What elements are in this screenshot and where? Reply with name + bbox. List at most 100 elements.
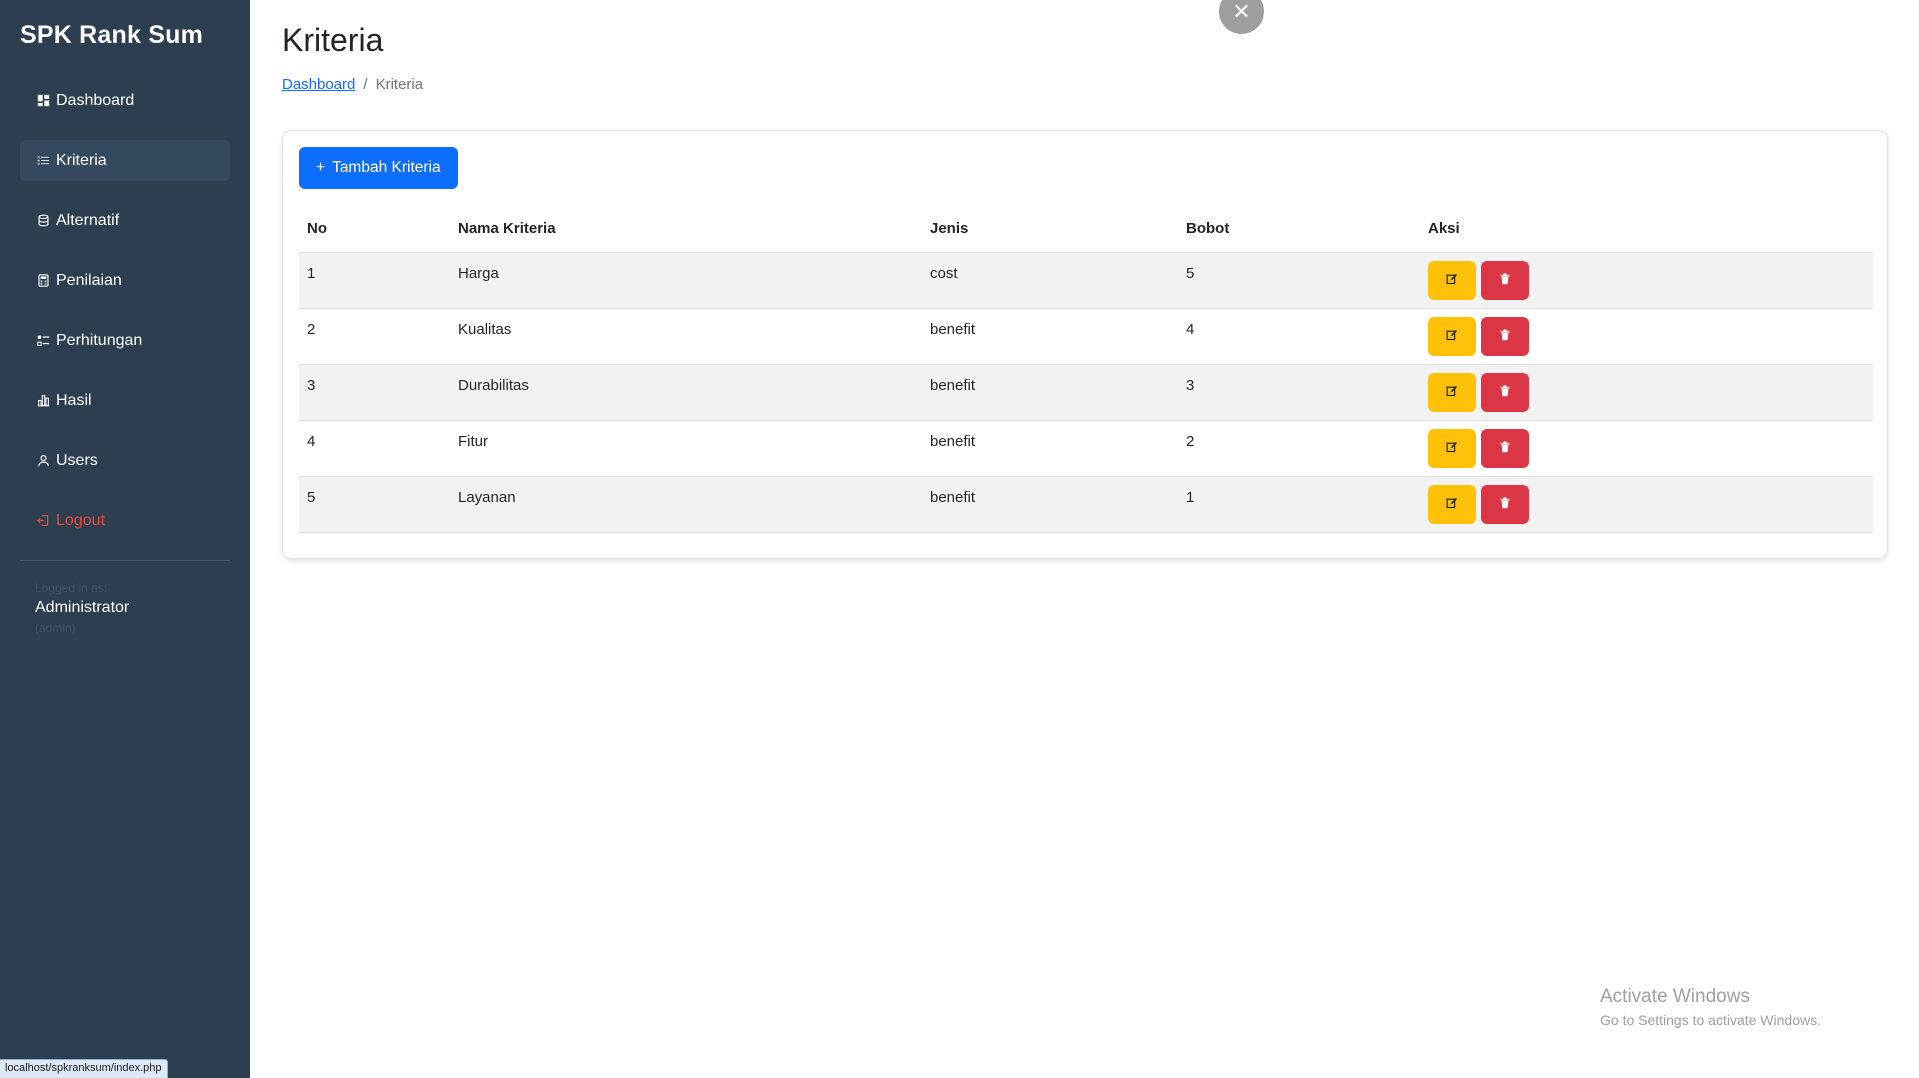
breadcrumb-current: Kriteria [375, 76, 424, 93]
user-info: Logged in as: Administrator (admin) [20, 581, 230, 635]
header-no: No [299, 206, 450, 253]
header-bobot: Bobot [1178, 206, 1420, 253]
sidebar-divider [20, 560, 230, 561]
person-icon [36, 453, 51, 468]
sidebar-item-perhitungan[interactable]: Perhitungan [20, 320, 230, 361]
add-kriteria-button[interactable]: + Tambah Kriteria [299, 147, 458, 189]
cell-no: 1 [299, 252, 450, 309]
kriteria-table: No Nama Kriteria Jenis Bobot Aksi 1 Harg… [299, 206, 1873, 533]
cell-bobot: 3 [1178, 364, 1420, 421]
breadcrumb: Dashboard / Kriteria [282, 76, 1919, 93]
header-nama: Nama Kriteria [450, 206, 922, 253]
trash-icon [1499, 496, 1511, 513]
pencil-square-icon [1446, 272, 1458, 289]
trash-icon [1499, 328, 1511, 345]
cell-jenis: benefit [922, 476, 1178, 533]
ui-checks-icon [36, 333, 51, 348]
dashboard-icon [36, 93, 51, 108]
cell-nama: Kualitas [450, 308, 922, 365]
sidebar-item-label: Logout [56, 511, 105, 529]
watermark-title: Activate Windows [1600, 986, 1750, 1007]
sidebar-item-label: Dashboard [56, 91, 135, 109]
cell-nama: Fitur [450, 420, 922, 477]
delete-button[interactable] [1481, 428, 1529, 468]
logout-icon [36, 513, 51, 528]
kriteria-card: + Tambah Kriteria No Nama Kriteria Jenis… [282, 130, 1888, 559]
status-bar-url: localhost/spkranksum/index.php [0, 1059, 168, 1078]
sidebar-item-label: Kriteria [56, 151, 107, 169]
logged-in-label: Logged in as: [35, 581, 108, 595]
database-icon [36, 213, 51, 228]
sidebar-item-label: Alternatif [56, 211, 120, 229]
cell-aksi [1420, 364, 1873, 421]
sidebar-item-dashboard[interactable]: Dashboard [20, 80, 230, 121]
delete-button[interactable] [1481, 372, 1529, 412]
delete-button[interactable] [1481, 484, 1529, 524]
bar-chart-icon [36, 393, 51, 408]
cell-aksi [1420, 252, 1873, 309]
calculator-icon [36, 273, 51, 288]
sidebar-item-label: Hasil [56, 391, 92, 409]
close-icon: ✕ [1232, 0, 1251, 24]
add-kriteria-label: Tambah Kriteria [332, 159, 441, 176]
list-icon [36, 153, 51, 168]
table-header-row: No Nama Kriteria Jenis Bobot Aksi [299, 206, 1873, 253]
main-content: ✕ Kriteria Dashboard / Kriteria + Tambah… [282, 0, 1919, 559]
cell-no: 2 [299, 308, 450, 365]
plus-icon: + [316, 159, 326, 176]
sidebar-item-kriteria[interactable]: Kriteria [20, 140, 230, 181]
delete-button[interactable] [1481, 316, 1529, 356]
trash-icon [1499, 384, 1511, 401]
windows-activation-watermark: Activate Windows Go to Settings to activ… [1600, 986, 1821, 1028]
table-row: 3 Durabilitas benefit 3 [299, 364, 1873, 421]
cell-no: 4 [299, 420, 450, 477]
sidebar-item-logout[interactable]: Logout [20, 500, 230, 541]
table-row: 5 Layanan benefit 1 [299, 476, 1873, 533]
header-aksi: Aksi [1420, 206, 1873, 253]
sidebar-item-label: Users [56, 451, 98, 469]
cell-no: 3 [299, 364, 450, 421]
table-row: 1 Harga cost 5 [299, 252, 1873, 309]
edit-button[interactable] [1428, 428, 1476, 468]
delete-button[interactable] [1481, 260, 1529, 300]
cell-nama: Layanan [450, 476, 922, 533]
pencil-square-icon [1446, 384, 1458, 401]
cell-bobot: 1 [1178, 476, 1420, 533]
brand-title: SPK Rank Sum [20, 21, 204, 49]
cell-aksi [1420, 420, 1873, 477]
table-row: 4 Fitur benefit 2 [299, 420, 1873, 477]
sidebar-item-alternatif[interactable]: Alternatif [20, 200, 230, 241]
header-jenis: Jenis [922, 206, 1178, 253]
user-name: Administrator [35, 599, 130, 616]
page-title: Kriteria [282, 22, 384, 58]
sidebar: SPK Rank Sum Dashboard Kriteria Alternat… [0, 0, 250, 1078]
edit-button[interactable] [1428, 372, 1476, 412]
sidebar-item-hasil[interactable]: Hasil [20, 380, 230, 421]
edit-button[interactable] [1428, 260, 1476, 300]
trash-icon [1499, 440, 1511, 457]
cell-bobot: 5 [1178, 252, 1420, 309]
cell-nama: Durabilitas [450, 364, 922, 421]
sidebar-item-penilaian[interactable]: Penilaian [20, 260, 230, 301]
breadcrumb-separator: / [363, 76, 368, 93]
pencil-square-icon [1446, 440, 1458, 457]
cell-no: 5 [299, 476, 450, 533]
trash-icon [1499, 272, 1511, 289]
sidebar-item-users[interactable]: Users [20, 440, 230, 481]
cell-jenis: benefit [922, 364, 1178, 421]
edit-button[interactable] [1428, 484, 1476, 524]
cell-aksi [1420, 476, 1873, 533]
cell-jenis: cost [922, 252, 1178, 309]
cell-jenis: benefit [922, 308, 1178, 365]
table-row: 2 Kualitas benefit 4 [299, 308, 1873, 365]
cell-jenis: benefit [922, 420, 1178, 477]
edit-button[interactable] [1428, 316, 1476, 356]
cell-nama: Harga [450, 252, 922, 309]
pencil-square-icon [1446, 496, 1458, 513]
breadcrumb-home-link[interactable]: Dashboard [282, 76, 355, 93]
user-login: (admin) [35, 621, 76, 635]
cell-aksi [1420, 308, 1873, 365]
watermark-subtitle: Go to Settings to activate Windows. [1600, 1012, 1821, 1028]
cell-bobot: 2 [1178, 420, 1420, 477]
sidebar-item-label: Perhitungan [56, 331, 143, 349]
